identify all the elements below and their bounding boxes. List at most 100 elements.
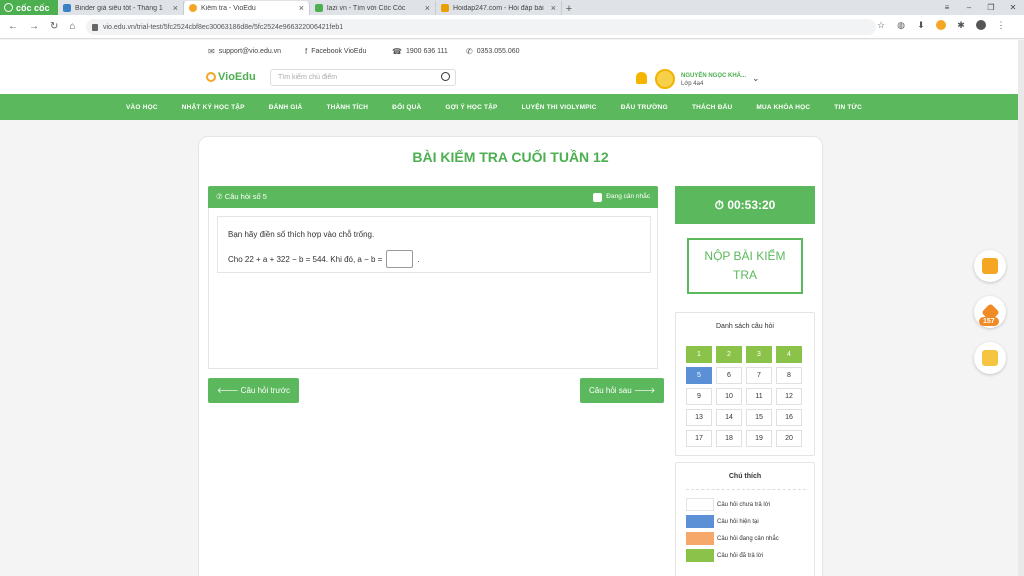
menu-item-dau-truong[interactable]: ĐẤU TRƯỜNG <box>609 104 680 111</box>
question-item[interactable]: 14 <box>716 409 742 426</box>
question-item[interactable]: 11 <box>746 388 772 405</box>
chevron-down-icon[interactable]: ⌄ <box>752 73 760 84</box>
minimize-icon[interactable]: – <box>958 0 980 15</box>
question-instruction: Bạn hãy điền số thích hợp vào chỗ trống. <box>228 230 375 239</box>
extension-icon[interactable] <box>936 20 946 30</box>
address-bar: ← → ↻ ⌂ vio.edu.vn/trial-test/5fc2524cbf… <box>0 15 1024 39</box>
new-tab-button[interactable]: + <box>562 3 576 15</box>
legend-swatch <box>686 515 714 528</box>
question-item[interactable]: 4 <box>776 346 802 363</box>
menu-item-nhat-ky[interactable]: NHẬT KÝ HỌC TẬP <box>170 104 257 111</box>
reload-icon[interactable]: ↻ <box>50 21 58 32</box>
question-item[interactable]: 17 <box>686 430 712 447</box>
more-icon[interactable]: ⋮ <box>996 20 1006 30</box>
menu-item-mua-khoa-hoc[interactable]: MUA KHÓA HỌC <box>744 104 822 111</box>
download-icon[interactable]: ⬇ <box>916 20 926 30</box>
question-item[interactable]: 3 <box>746 346 772 363</box>
question-item[interactable]: 12 <box>776 388 802 405</box>
prev-question-button[interactable]: 🡐 Câu hỏi trước <box>208 378 299 403</box>
question-item[interactable]: 9 <box>686 388 712 405</box>
gift-button[interactable] <box>974 250 1006 282</box>
facebook-icon: f <box>305 47 308 56</box>
menu-item-thanh-tich[interactable]: THÀNH TÍCH <box>314 104 380 111</box>
legend-item: Câu hỏi hiện tại <box>686 515 759 528</box>
bookmark-star-icon[interactable]: ☆ <box>876 20 886 30</box>
submit-button[interactable]: NỘP BÀI KIỂM TRA <box>687 238 803 294</box>
lock-icon <box>92 23 98 31</box>
question-item[interactable]: 19 <box>746 430 772 447</box>
user-info[interactable]: NGUYỄN NGỌC KHÁ... Lớp 4a4 <box>681 72 746 88</box>
tab-favicon-icon <box>441 4 449 12</box>
shield-icon[interactable]: ◍ <box>896 20 906 30</box>
search-input[interactable]: Tìm kiếm chủ điểm <box>270 69 456 86</box>
menu-icon[interactable]: ≡ <box>936 0 958 15</box>
question-item[interactable]: 18 <box>716 430 742 447</box>
menu-item-vao-hoc[interactable]: VÀO HỌC <box>114 104 170 111</box>
question-item[interactable]: 10 <box>716 388 742 405</box>
menu-item-violympic[interactable]: LUYỆN THI VIOLYMPIC <box>510 104 609 111</box>
menu-item-goi-y[interactable]: GỢI Ý HỌC TẬP <box>433 104 509 111</box>
logo-icon <box>206 72 216 82</box>
gift-icon <box>982 258 998 274</box>
question-item[interactable]: 13 <box>686 409 712 426</box>
scroll-icon <box>982 350 998 366</box>
menu-item-danh-gia[interactable]: ĐÁNH GIÁ <box>257 104 315 111</box>
forward-icon[interactable]: → <box>29 21 39 32</box>
coccoc-logo[interactable]: cốc cốc <box>0 0 58 15</box>
checkbox-icon[interactable] <box>593 192 603 202</box>
tab-favicon-icon <box>63 4 71 12</box>
profile-avatar-icon[interactable] <box>976 20 986 30</box>
close-tab-icon[interactable]: × <box>173 3 178 13</box>
question-item[interactable]: 2 <box>716 346 742 363</box>
email-contact[interactable]: ✉ support@vio.edu.vn <box>208 47 281 56</box>
question-box: Bạn hãy điền số thích hợp vào chỗ trống.… <box>217 216 651 273</box>
tab-favicon-icon <box>315 4 323 12</box>
tab-vioedu[interactable]: Kiểm tra - VioEdu × <box>184 1 310 15</box>
scroll-button[interactable] <box>974 342 1006 374</box>
question-item[interactable]: 6 <box>716 367 742 384</box>
maximize-icon[interactable]: ❐ <box>980 0 1002 15</box>
back-icon[interactable]: ← <box>8 21 18 32</box>
main-menu: VÀO HỌC NHẬT KÝ HỌC TẬP ĐÁNH GIÁ THÀNH T… <box>0 94 1018 120</box>
question-item[interactable]: 16 <box>776 409 802 426</box>
question-item[interactable]: 8 <box>776 367 802 384</box>
next-question-button[interactable]: Câu hỏi sau 🡒 <box>580 378 665 403</box>
tab-hoidap[interactable]: Hoidap247.com - Hỏi đáp bài × <box>436 1 562 15</box>
scrollbar[interactable] <box>1018 40 1024 576</box>
question-list: Danh sách câu hỏi 1 2 3 4 5 6 7 8 9 10 1… <box>675 312 815 456</box>
close-tab-icon[interactable]: × <box>551 3 556 13</box>
menu-item-tin-tuc[interactable]: TIN TỨC <box>822 104 874 111</box>
menu-item-doi-qua[interactable]: ĐỔI QUÀ <box>380 104 433 111</box>
question-item[interactable]: 5 <box>686 367 712 384</box>
question-item[interactable]: 20 <box>776 430 802 447</box>
home-icon[interactable]: ⌂ <box>69 21 75 32</box>
menu-item-thach-dau[interactable]: THÁCH ĐẤU <box>680 104 744 111</box>
exam-card: BÀI KIỂM TRA CUỐI TUẦN 12 ⑦ Câu hỏi số 5… <box>198 136 823 576</box>
facebook-contact[interactable]: f Facebook VioEdu <box>305 47 366 56</box>
puzzle-icon[interactable]: ✱ <box>956 20 966 30</box>
bell-icon[interactable] <box>636 72 647 84</box>
close-tab-icon[interactable]: × <box>299 3 304 13</box>
close-window-icon[interactable]: ✕ <box>1002 0 1024 15</box>
legend-swatch <box>686 549 714 562</box>
email-icon: ✉ <box>208 47 215 56</box>
question-expression: Cho 22 + a + 322 − b = 544. Khi đó, a − … <box>228 250 420 268</box>
url-field[interactable]: vio.edu.vn/trial-test/5fc2524cbf8ec30063… <box>86 19 876 35</box>
search-icon[interactable] <box>441 72 450 81</box>
vioedu-logo[interactable]: VioEdu <box>206 71 256 83</box>
tab-binder[interactable]: Binder giá siêu tốt - Tháng 1 × <box>58 1 184 15</box>
phone-contact-1: ☎ 1900 636 111 <box>392 47 448 56</box>
extension-icons: ☆ ◍ ⬇ ✱ ⋮ <box>876 20 1006 30</box>
mark-checkbox[interactable]: Đang cân nhắc <box>593 186 650 208</box>
answer-input[interactable] <box>386 250 414 268</box>
question-item[interactable]: 1 <box>686 346 712 363</box>
legend-item: Câu hỏi đang cân nhắc <box>686 532 779 545</box>
question-item[interactable]: 7 <box>746 367 772 384</box>
window-controls: ≡ – ❐ ✕ <box>936 0 1024 15</box>
avatar[interactable] <box>655 69 675 89</box>
question-item[interactable]: 15 <box>746 409 772 426</box>
close-tab-icon[interactable]: × <box>425 3 430 13</box>
legend-item: Câu hỏi đã trả lời <box>686 549 763 562</box>
tab-lazi[interactable]: lazi vn - Tìm với Cốc Cốc × <box>310 1 436 15</box>
divider <box>686 489 806 490</box>
